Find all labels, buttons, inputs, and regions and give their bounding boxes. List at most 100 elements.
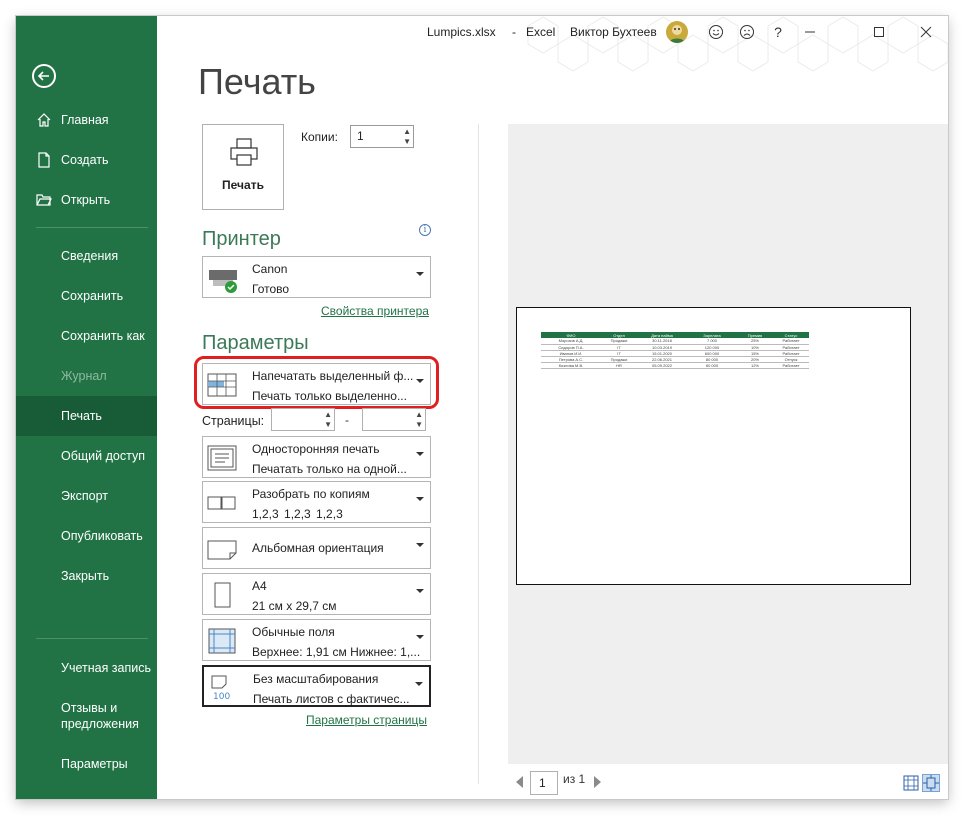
- sidebar-item-options[interactable]: Параметры: [16, 744, 157, 784]
- printer-dropdown[interactable]: Canon Готово: [202, 256, 431, 298]
- print-button[interactable]: Печать: [202, 124, 284, 210]
- dropdown-line2: Печатать только на одной...: [252, 462, 407, 476]
- show-margins-icon[interactable]: [902, 774, 920, 792]
- sides-dropdown[interactable]: Односторонняя печать Печатать только на …: [202, 436, 431, 478]
- table-cell: 60 000: [687, 362, 737, 369]
- spin-down-icon[interactable]: ▼: [403, 138, 411, 146]
- sidebar-item-label: Сохранить как: [61, 329, 145, 343]
- sidebar-item-share[interactable]: Общий доступ: [16, 436, 157, 476]
- copies-input[interactable]: 1 ▲ ▼: [350, 125, 414, 148]
- sidebar-item-label: Главная: [61, 113, 109, 127]
- pages-label: Страницы:: [202, 414, 265, 428]
- one-sided-icon: [207, 445, 237, 471]
- sidebar-item-label: Сохранить: [61, 289, 124, 303]
- spin-up-icon[interactable]: ▲: [415, 411, 423, 419]
- orientation-dropdown[interactable]: Альбомная ориентация: [202, 527, 431, 569]
- margins-dropdown[interactable]: Обычные поля Верхнее: 1,91 см Нижнее: 1,…: [202, 619, 431, 661]
- spin-down-icon[interactable]: ▼: [324, 421, 332, 429]
- dropdown-line2: Печать листов с фактичес...: [253, 692, 410, 706]
- page-count: из 1: [563, 772, 586, 786]
- printer-properties-link[interactable]: Свойства принтера: [321, 304, 429, 318]
- info-icon[interactable]: i: [419, 224, 431, 236]
- chevron-down-icon: [416, 497, 424, 501]
- user-name[interactable]: Виктор Бухтеев: [570, 25, 657, 39]
- frown-feedback-icon[interactable]: [735, 20, 759, 44]
- collation-dropdown[interactable]: Разобрать по копиям 1,2,3 1,2,3 1,2,3: [202, 481, 431, 523]
- sidebar-item-export[interactable]: Экспорт: [16, 476, 157, 516]
- sidebar-item-publish[interactable]: Опубликовать: [16, 516, 157, 556]
- sidebar-item-account[interactable]: Учетная запись: [16, 648, 157, 688]
- pages-from-input[interactable]: ▲ ▼: [271, 408, 335, 431]
- dropdown-line1: Разобрать по копиям: [252, 487, 370, 501]
- spin-up-icon[interactable]: ▲: [324, 411, 332, 419]
- sidebar-divider: [36, 227, 148, 228]
- page-number-value: 1: [539, 776, 546, 790]
- highlight-annotation: [194, 356, 439, 409]
- margins-icon: [207, 628, 237, 654]
- chevron-down-icon: [416, 635, 424, 639]
- collated-icon: [207, 490, 237, 516]
- back-arrow-icon[interactable]: [32, 64, 56, 88]
- pages-to-input[interactable]: ▲ ▼: [362, 408, 426, 431]
- page-title: Печать: [198, 61, 316, 102]
- sidebar-item-label: Создать: [61, 153, 109, 167]
- title-bar: Lumpics.xlsx - Excel Виктор Бухтеев ?: [157, 16, 948, 72]
- sidebar-item-label: Опубликовать: [61, 529, 143, 543]
- scaling-dropdown[interactable]: 100 Без масштабирования Печать листов с …: [202, 665, 431, 707]
- sidebar-item-feedback[interactable]: Отзывы и предложения: [16, 696, 146, 736]
- printer-name: Canon: [252, 262, 288, 276]
- previous-page-icon[interactable]: [516, 776, 523, 788]
- dropdown-line1: Без масштабирования: [253, 672, 379, 686]
- table-cell: Козлова М.В.: [541, 362, 601, 369]
- spin-down-icon[interactable]: ▼: [415, 421, 423, 429]
- zoom-to-page-icon[interactable]: [922, 774, 940, 792]
- page-setup-link[interactable]: Параметры страницы: [306, 713, 427, 727]
- sidebar-item-label: Открыть: [61, 193, 111, 207]
- help-button[interactable]: ?: [766, 20, 790, 44]
- dropdown-line2: 1,2,3 1,2,3 1,2,3: [252, 507, 343, 521]
- printer-status: Готово: [252, 282, 290, 296]
- sidebar-item-label: Параметры: [61, 757, 128, 771]
- table-cell: Работает: [773, 362, 809, 369]
- settings-heading: Параметры: [202, 332, 309, 354]
- spin-up-icon[interactable]: ▲: [403, 128, 411, 136]
- table-cell: 12%: [737, 362, 773, 369]
- landscape-icon: [207, 536, 237, 562]
- sidebar-item-save[interactable]: Сохранить: [16, 276, 157, 316]
- sidebar-item-label: Отзывы и предложения: [61, 701, 139, 731]
- copies-value: 1: [357, 129, 364, 143]
- smile-feedback-icon[interactable]: [704, 20, 728, 44]
- table-cell: 05.09.2022: [637, 362, 687, 369]
- window-title-separator: -: [512, 25, 516, 39]
- preview-sheet: ФИО Отдел Дата найма Зарплата Премия Ста…: [516, 307, 911, 585]
- sidebar-item-print[interactable]: Печать: [16, 396, 157, 436]
- paper-size-icon: [207, 582, 237, 608]
- window-file-name: Lumpics.xlsx: [427, 25, 496, 39]
- sidebar-item-label: Печать: [61, 409, 102, 423]
- maximize-icon[interactable]: [867, 20, 891, 44]
- minimize-icon[interactable]: [798, 20, 822, 44]
- page-number-input[interactable]: 1: [530, 771, 558, 795]
- sidebar-item-home[interactable]: Главная: [16, 100, 157, 140]
- sidebar-item-new[interactable]: Создать: [16, 140, 157, 180]
- sidebar-item-save-as[interactable]: Сохранить как: [16, 316, 157, 356]
- sidebar-item-open[interactable]: Открыть: [16, 180, 157, 220]
- close-icon[interactable]: [914, 20, 938, 44]
- table-cell: HR: [601, 362, 637, 369]
- sidebar-item-label: Сведения: [61, 249, 119, 263]
- chevron-down-icon: [416, 543, 424, 547]
- dropdown-line1: Альбомная ориентация: [252, 541, 384, 555]
- home-icon: [36, 112, 52, 128]
- sidebar-item-info[interactable]: Сведения: [16, 236, 157, 276]
- sidebar-item-label: Экспорт: [61, 489, 108, 503]
- sidebar-item-close[interactable]: Закрыть: [16, 556, 157, 596]
- sidebar-item-label: Журнал: [61, 369, 107, 383]
- next-page-icon[interactable]: [594, 776, 601, 788]
- open-folder-icon: [36, 192, 52, 208]
- paper-size-dropdown[interactable]: A4 21 см x 29,7 см: [202, 573, 431, 615]
- dropdown-line1: Односторонняя печать: [252, 442, 380, 456]
- avatar[interactable]: [666, 21, 688, 43]
- svg-text:100: 100: [213, 692, 230, 701]
- pages-dash: -: [345, 413, 349, 427]
- table-row: Козлова М.В. HR 05.09.2022 60 000 12% Работае…: [541, 362, 809, 369]
